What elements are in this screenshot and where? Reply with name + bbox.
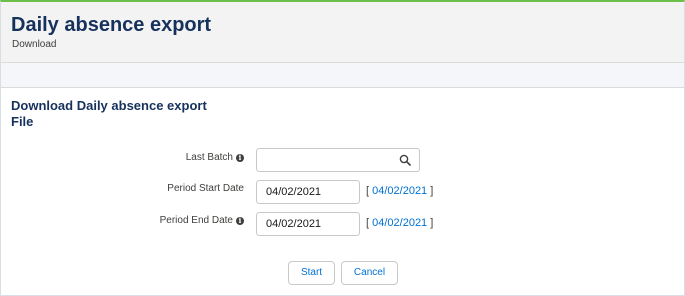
- period-start-today-link-group: [ 04/02/2021 ]: [366, 185, 433, 197]
- period-end-label-group: Period End Date i: [160, 215, 244, 226]
- period-start-date-input[interactable]: [256, 180, 360, 204]
- page-title: Daily absence export: [11, 14, 212, 36]
- last-batch-label-group: Last Batch i: [186, 152, 244, 163]
- page-header: Daily absence export Download: [1, 2, 684, 63]
- period-end-today-link-group: [ 04/02/2021 ]: [366, 217, 433, 229]
- search-icon[interactable]: [399, 154, 411, 166]
- section-title: Download Daily absence export File: [11, 98, 207, 129]
- bracket-close: ]: [427, 185, 434, 197]
- period-end-date-input[interactable]: [256, 212, 360, 236]
- bracket-close: ]: [427, 217, 434, 229]
- period-end-label: Period End Date: [159, 215, 233, 226]
- info-icon[interactable]: i: [236, 154, 244, 162]
- export-form-card: Download Daily absence export File Last …: [1, 88, 684, 294]
- period-start-label: Period Start Date: [167, 183, 244, 194]
- page-subtitle: Download: [12, 39, 57, 50]
- start-button[interactable]: Start: [288, 261, 335, 285]
- header-separator: [1, 63, 684, 88]
- cancel-button[interactable]: Cancel: [341, 261, 398, 285]
- period-end-today-link[interactable]: 04/02/2021: [372, 217, 427, 229]
- info-icon[interactable]: i: [236, 217, 244, 225]
- last-batch-label: Last Batch: [185, 152, 233, 163]
- period-start-today-link[interactable]: 04/02/2021: [372, 185, 427, 197]
- last-batch-lookup[interactable]: [256, 148, 420, 172]
- page: Daily absence export Download Download D…: [0, 0, 685, 296]
